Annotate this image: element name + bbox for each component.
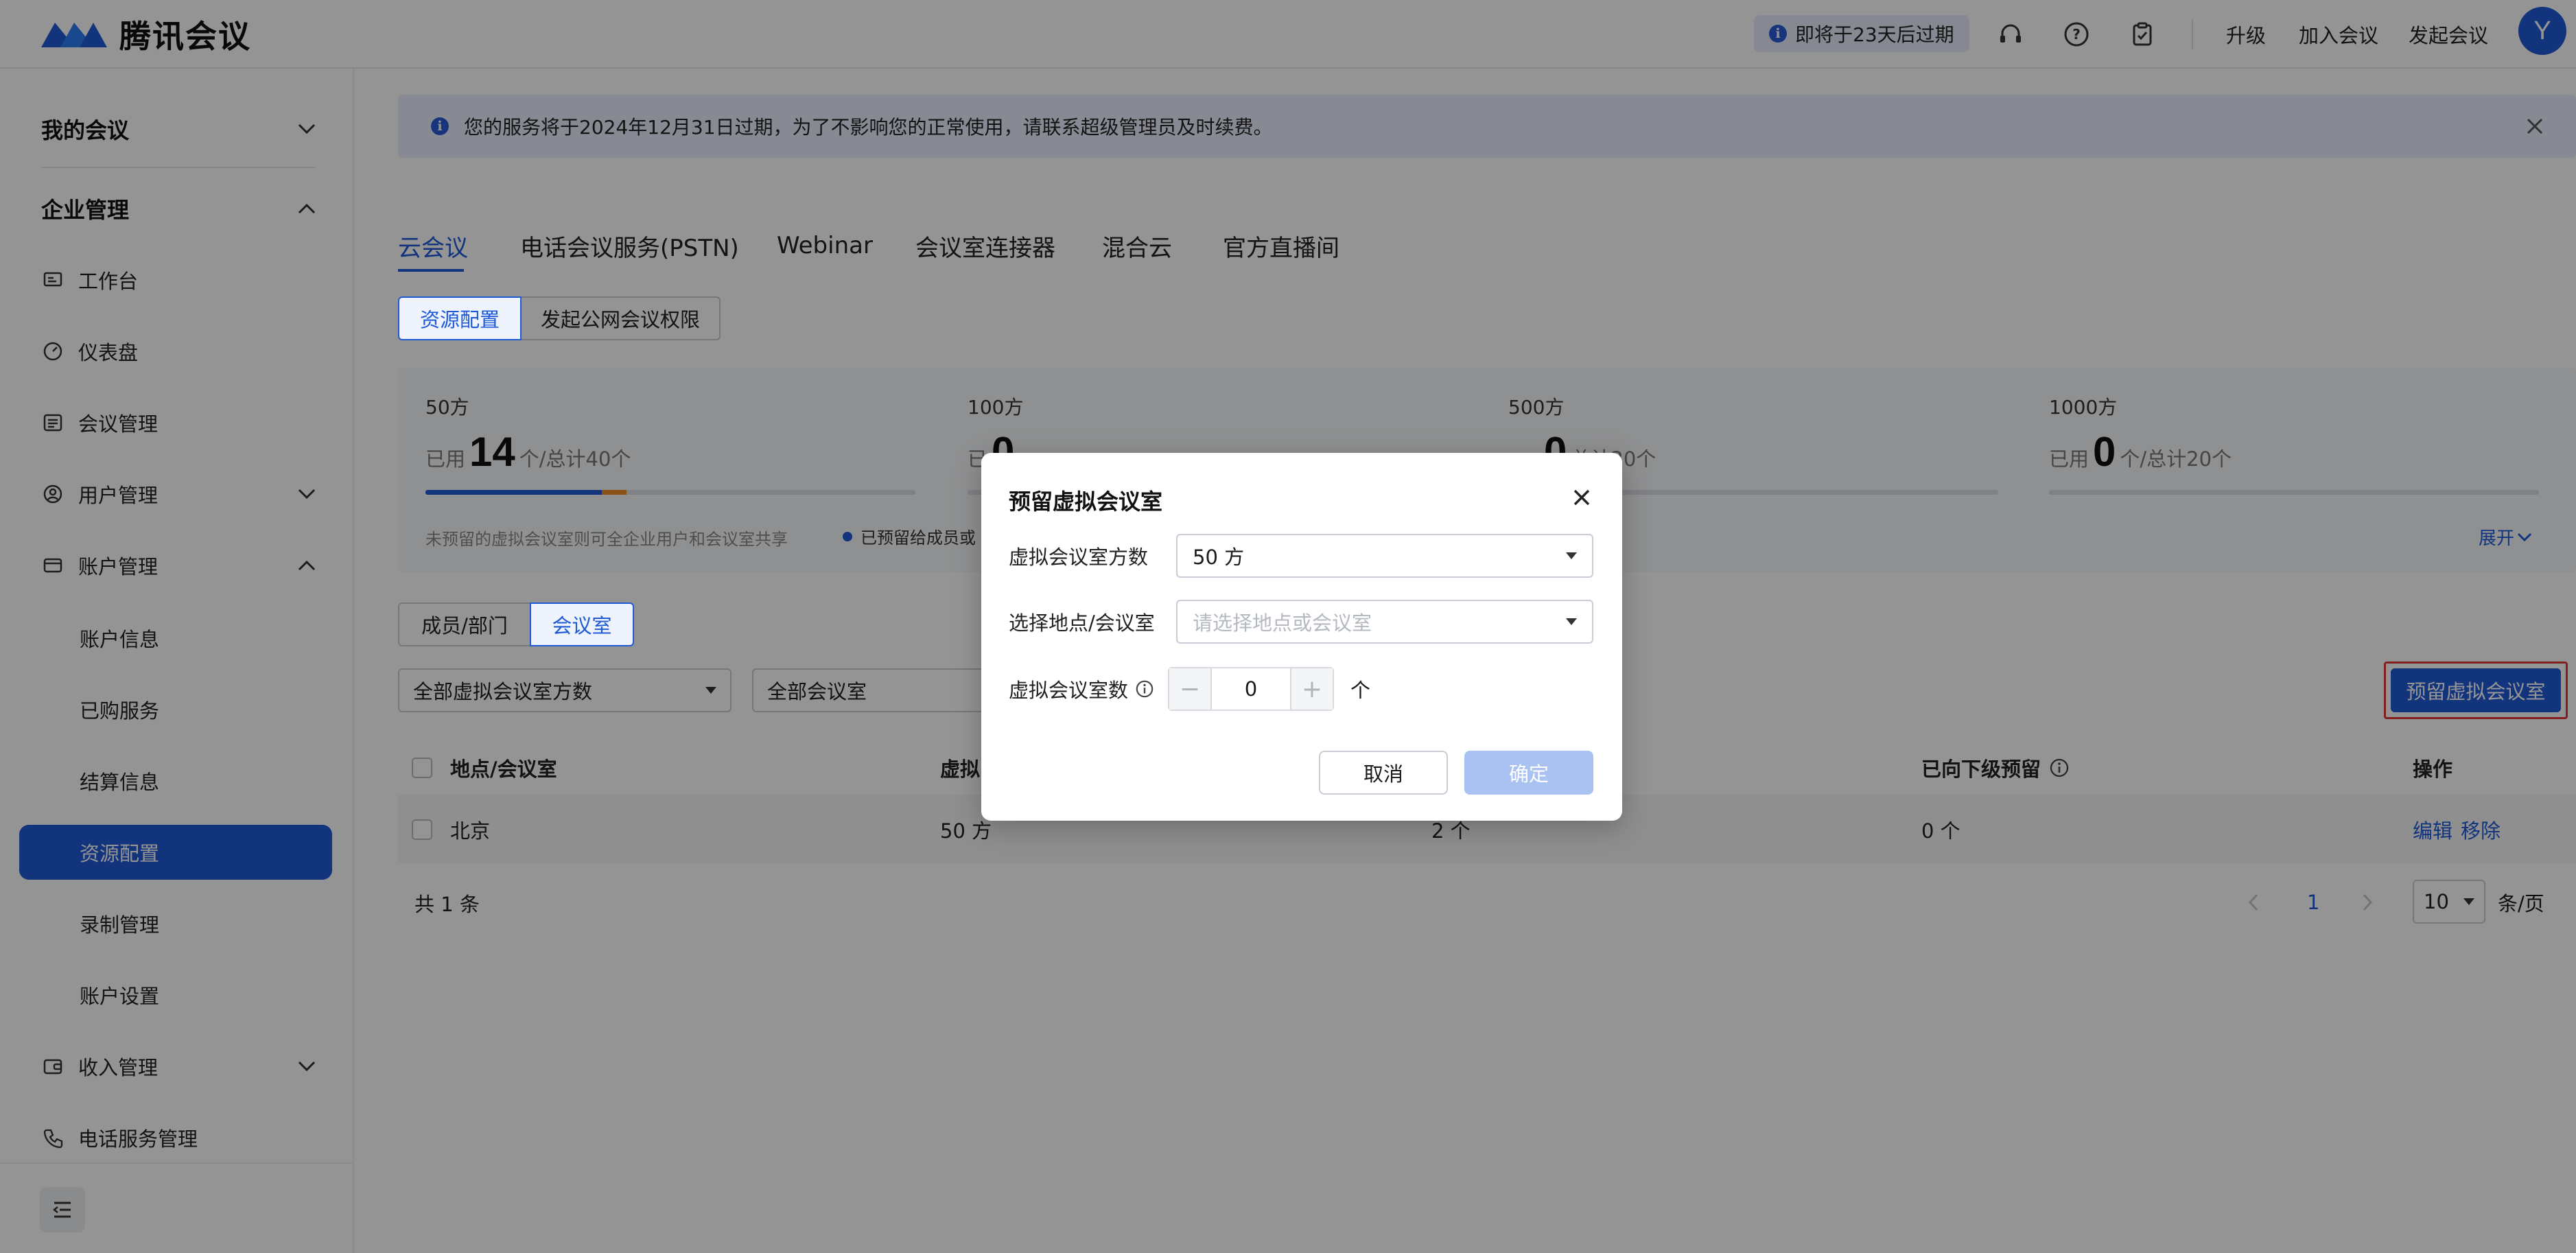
- info-outline-icon[interactable]: [1135, 679, 1154, 699]
- select-placeholder: 请选择地点或会议室: [1193, 611, 1372, 635]
- select-value: 50 方: [1193, 546, 1245, 569]
- dialog-title: 预留虚拟会议室: [1009, 489, 1163, 515]
- capacity-label: 虚拟会议室方数: [1009, 546, 1149, 569]
- count-label: 虚拟会议室数: [1009, 679, 1129, 702]
- increment-button[interactable]: +: [1291, 668, 1333, 710]
- decrement-button[interactable]: −: [1169, 668, 1210, 710]
- count-label-wrap: 虚拟会议室数: [1009, 667, 1154, 711]
- close-icon[interactable]: [1570, 486, 1593, 509]
- confirm-button[interactable]: 确定: [1464, 751, 1593, 795]
- reserve-room-dialog: 预留虚拟会议室 虚拟会议室方数 50 方 选择地点/会议室 请选择地点或会议室 …: [981, 453, 1622, 821]
- location-label: 选择地点/会议室: [1009, 611, 1155, 635]
- count-unit: 个: [1350, 679, 1371, 702]
- cancel-button[interactable]: 取消: [1319, 751, 1448, 795]
- capacity-select[interactable]: 50 方: [1176, 534, 1593, 578]
- stepper-value[interactable]: 0: [1210, 668, 1291, 710]
- caret-down-icon: [1566, 618, 1577, 625]
- caret-down-icon: [1566, 552, 1577, 559]
- segment-meeting-rooms[interactable]: 会议室: [530, 602, 634, 646]
- location-select[interactable]: 请选择地点或会议室: [1176, 600, 1593, 644]
- room-count-stepper: − 0 +: [1168, 667, 1334, 711]
- segment-resource-config[interactable]: 资源配置: [398, 296, 522, 340]
